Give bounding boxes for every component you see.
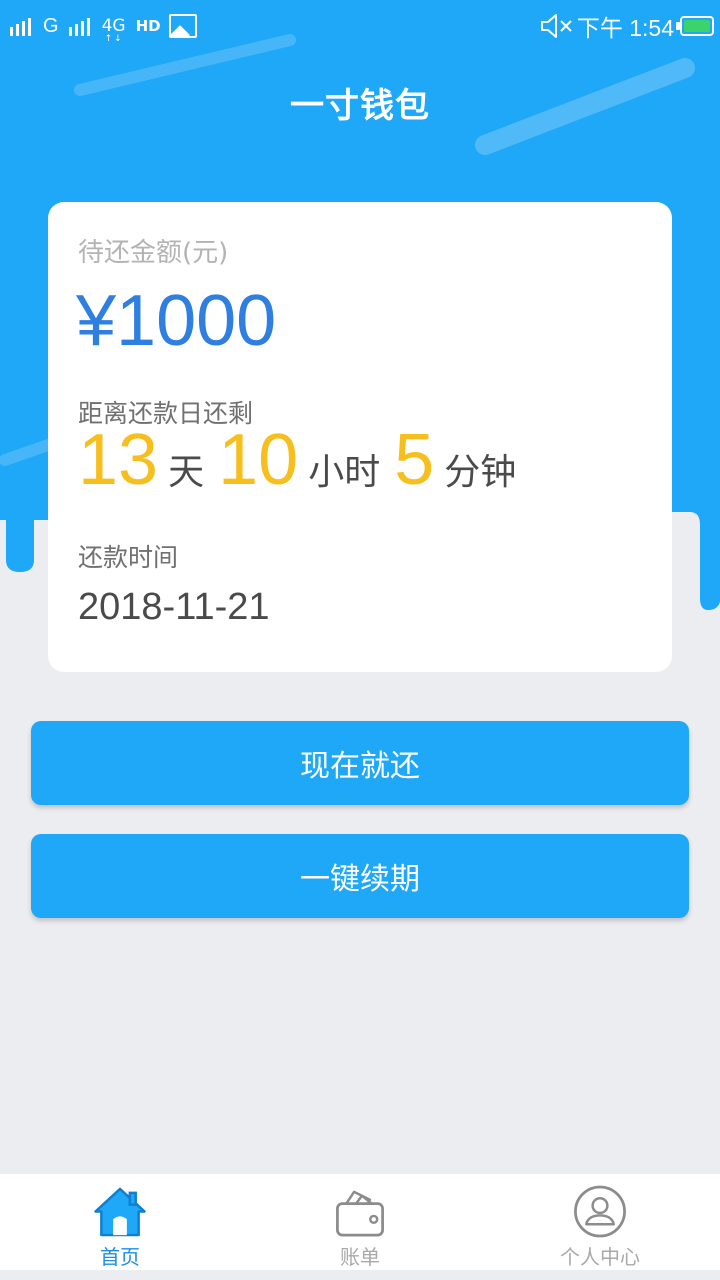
countdown-minutes: 5 (394, 420, 435, 500)
page-title: 一寸钱包 (290, 86, 430, 126)
image-icon (168, 14, 197, 38)
signal-icon-2 (68, 16, 90, 36)
countdown: 13 天 10 小时 5 分钟 (78, 424, 530, 496)
carrier-label: G (43, 14, 59, 37)
nav-item-home[interactable]: 首页 (0, 1174, 240, 1270)
status-bar: G 4G ↑↓ HD 下午 1:54 (0, 0, 720, 52)
repayment-card: 待还金额(元) ¥1000 距离还款日还剩 13 天 10 小时 5 分钟 还款… (48, 202, 672, 672)
countdown-days-unit: 天 (168, 452, 205, 493)
countdown-hours-unit: 小时 (308, 452, 381, 493)
home-icon (94, 1187, 146, 1237)
signal-icon (10, 16, 31, 36)
nav-item-profile[interactable]: 个人中心 (480, 1174, 720, 1270)
network-4g-indicator: 4G ↑↓ (101, 15, 126, 43)
user-icon (574, 1185, 626, 1238)
bottom-nav: 首页 账单 个人中心 (0, 1174, 720, 1270)
nav-label-profile: 个人中心 (560, 1245, 640, 1269)
bottom-edge (0, 1270, 720, 1280)
repay-date-label: 还款时间 (78, 543, 179, 572)
amount-label: 待还金额(元) (78, 238, 229, 268)
nav-item-bills[interactable]: 账单 (240, 1174, 480, 1270)
hd-label: HD (135, 17, 161, 35)
amount-value: ¥1000 (76, 281, 277, 361)
nav-label-bills: 账单 (340, 1245, 380, 1269)
countdown-hours: 10 (218, 420, 299, 500)
clock: 下午 1:54 (576, 15, 674, 41)
battery-icon (676, 16, 714, 36)
repay-now-button[interactable]: 现在就还 (31, 721, 689, 805)
mute-icon (540, 14, 572, 38)
countdown-minutes-unit: 分钟 (444, 452, 517, 493)
countdown-days: 13 (78, 420, 159, 500)
wallet-icon (336, 1190, 384, 1237)
nav-label-home: 首页 (100, 1245, 140, 1269)
network-label: 4G (101, 15, 126, 36)
repay-date-value: 2018-11-21 (78, 586, 270, 628)
renew-button[interactable]: 一键续期 (31, 834, 689, 918)
network-arrows: ↑↓ (104, 33, 124, 44)
